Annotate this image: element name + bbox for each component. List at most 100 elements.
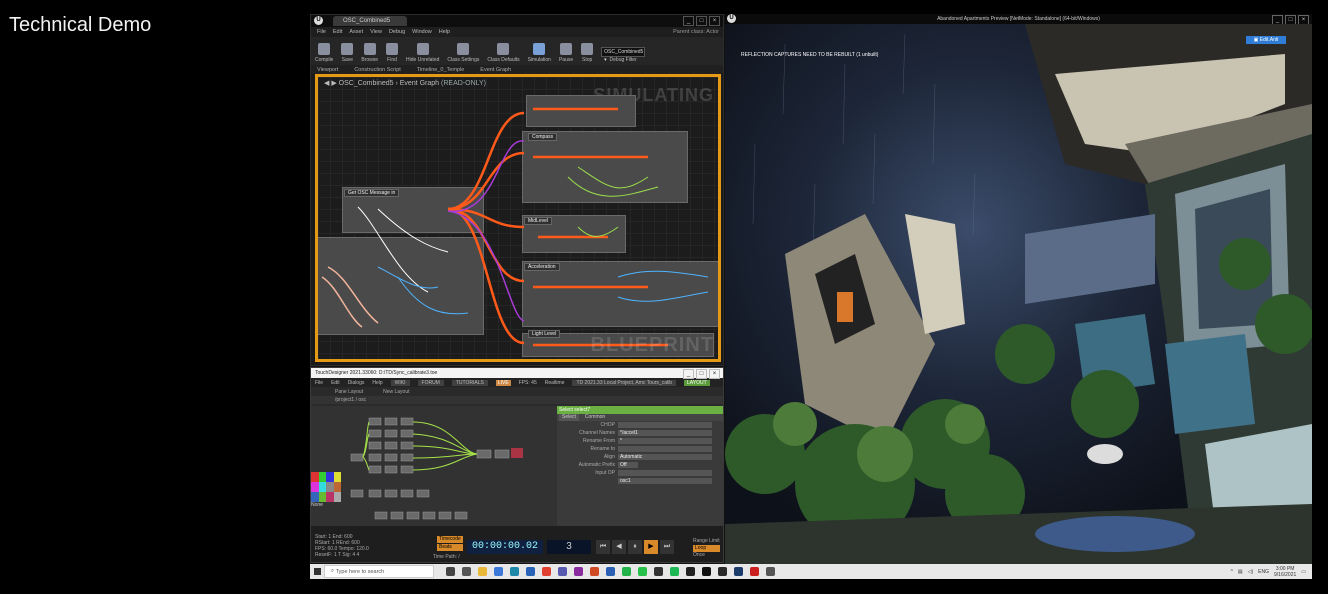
- menu-help[interactable]: Help: [439, 29, 450, 35]
- pause-icon[interactable]: ⏸: [628, 540, 642, 554]
- unreal-icon[interactable]: [702, 567, 711, 576]
- swatch[interactable]: [333, 472, 341, 482]
- td-wiki-link[interactable]: WIKI: [390, 379, 410, 386]
- close-icon[interactable]: ×: [709, 16, 720, 26]
- find-button[interactable]: Find: [386, 43, 399, 63]
- menu-window[interactable]: Window: [412, 29, 432, 35]
- powerpoint-icon[interactable]: [590, 567, 599, 576]
- language-indicator[interactable]: ENG: [1258, 569, 1269, 575]
- maximize-icon[interactable]: □: [696, 16, 707, 26]
- timecode-display[interactable]: 00:00:00.02: [467, 540, 543, 554]
- spotify-icon[interactable]: [670, 567, 679, 576]
- taskbar-search[interactable]: ⌕ Type here to search: [324, 565, 434, 578]
- task-view-icon[interactable]: [462, 567, 471, 576]
- event-graph-canvas[interactable]: ◀ ▶ OSC_Combined5 › Event Graph (READ-ON…: [315, 74, 721, 362]
- td-menu-help[interactable]: Help: [372, 380, 382, 386]
- param-align-select[interactable]: Automatic: [618, 454, 712, 460]
- td-tutorials-link[interactable]: TUTORIALS: [451, 379, 488, 386]
- cortana-icon[interactable]: [446, 567, 455, 576]
- touchdesigner-icon[interactable]: [686, 567, 695, 576]
- swatch[interactable]: [318, 482, 326, 492]
- chevron-up-icon[interactable]: ^: [1231, 569, 1233, 575]
- menu-edit[interactable]: Edit: [333, 29, 342, 35]
- tab-event-graph[interactable]: Event Graph: [480, 67, 511, 73]
- onenote-icon[interactable]: [574, 567, 583, 576]
- settings-icon[interactable]: [766, 567, 775, 576]
- swatch[interactable]: [333, 482, 341, 492]
- tab-construction-script[interactable]: Construction Script: [354, 67, 400, 73]
- menu-debug[interactable]: Debug: [389, 29, 405, 35]
- chrome-icon[interactable]: [542, 567, 551, 576]
- ue-asset-tab[interactable]: OSC_Combined5: [333, 16, 407, 26]
- class-defaults-button[interactable]: Class Defaults: [487, 43, 520, 63]
- hide-unrelated-button[interactable]: Hide Unrelated: [406, 43, 439, 63]
- tab-timeline[interactable]: Timeline_0_Temple: [417, 67, 465, 73]
- play-icon[interactable]: ▶: [644, 540, 658, 554]
- minimize-icon[interactable]: _: [683, 369, 694, 379]
- line-icon[interactable]: [622, 567, 631, 576]
- mail-icon[interactable]: [526, 567, 535, 576]
- td-layout-tag[interactable]: LAYOUT: [684, 379, 710, 386]
- volume-icon[interactable]: ◁): [1248, 569, 1254, 575]
- td-menu-file[interactable]: File: [315, 380, 323, 386]
- obs-icon[interactable]: [718, 567, 727, 576]
- swatch[interactable]: [318, 472, 326, 482]
- pause-button[interactable]: Pause: [559, 43, 573, 63]
- pane-layout-button[interactable]: Pane Layout: [335, 389, 363, 395]
- swatch[interactable]: [311, 482, 319, 492]
- step-back-icon[interactable]: ◀: [612, 540, 626, 554]
- close-icon[interactable]: ×: [709, 369, 720, 379]
- param-channel-names-field[interactable]: */accel1: [618, 430, 712, 436]
- menu-asset[interactable]: Asset: [349, 29, 363, 35]
- td-live-tag[interactable]: LIVE: [495, 379, 511, 386]
- photoshop-icon[interactable]: [734, 567, 743, 576]
- swatch[interactable]: [311, 492, 319, 502]
- teams-icon[interactable]: [558, 567, 567, 576]
- td-menu-dialogs[interactable]: Dialogs: [348, 380, 365, 386]
- param-rename-from-field[interactable]: *: [618, 438, 712, 444]
- td-selected-node[interactable]: [511, 448, 523, 458]
- stop-button[interactable]: Stop: [581, 43, 594, 63]
- vp-badge[interactable]: ▣ Edit.Anti: [1246, 36, 1286, 44]
- clock[interactable]: 3:00 PM 9/16/2021: [1274, 566, 1296, 578]
- param-tab-common[interactable]: Common: [585, 414, 605, 421]
- start-button[interactable]: [310, 564, 324, 579]
- swatch[interactable]: [311, 472, 319, 482]
- menu-view[interactable]: View: [370, 29, 382, 35]
- class-settings-button[interactable]: Class Settings: [447, 43, 479, 63]
- store-icon[interactable]: [494, 567, 503, 576]
- whatsapp-icon[interactable]: [638, 567, 647, 576]
- abandoned-train-scene[interactable]: REFLECTION CAPTURES NEED TO BE REBUILT (…: [725, 24, 1312, 564]
- notifications-icon[interactable]: ▭: [1301, 569, 1306, 575]
- param-rename-to-field[interactable]: [618, 446, 712, 452]
- param-input-op-field[interactable]: [618, 470, 712, 476]
- param-chop-field[interactable]: [618, 422, 712, 428]
- security-icon[interactable]: [654, 567, 663, 576]
- new-layout-button[interactable]: New Layout: [383, 389, 409, 395]
- td-network-editor[interactable]: None: [311, 406, 557, 526]
- network-icon[interactable]: ▤: [1238, 569, 1243, 575]
- minimize-icon[interactable]: _: [683, 16, 694, 26]
- td-forum-link[interactable]: FORUM: [417, 379, 444, 386]
- swatch[interactable]: [333, 492, 341, 502]
- fast-forward-icon[interactable]: ⏭: [660, 540, 674, 554]
- save-button[interactable]: Save: [341, 43, 354, 63]
- file-explorer-icon[interactable]: [478, 567, 487, 576]
- color-palette[interactable]: None: [311, 472, 341, 518]
- edge-icon[interactable]: [510, 567, 519, 576]
- frame-number[interactable]: 3: [547, 540, 591, 554]
- td-network-path[interactable]: /project1 / osc: [311, 396, 723, 404]
- simulation-button[interactable]: Simulation: [528, 43, 551, 63]
- browse-button[interactable]: Browse: [361, 43, 378, 63]
- param-tab-select[interactable]: Select: [559, 414, 579, 421]
- word-icon[interactable]: [606, 567, 615, 576]
- record-icon[interactable]: [750, 567, 759, 576]
- param-auto-prefix-toggle[interactable]: Off: [618, 462, 638, 468]
- compile-button[interactable]: Compile: [315, 43, 333, 63]
- td-menu-edit[interactable]: Edit: [331, 380, 340, 386]
- param-osc-field[interactable]: osc1: [618, 478, 712, 484]
- swatch[interactable]: [318, 492, 326, 502]
- debug-filter-select[interactable]: OSC_Combined5 ▾: [601, 47, 646, 63]
- timecode-mode-timecode[interactable]: Timecode: [437, 536, 463, 543]
- swatch[interactable]: [326, 492, 334, 502]
